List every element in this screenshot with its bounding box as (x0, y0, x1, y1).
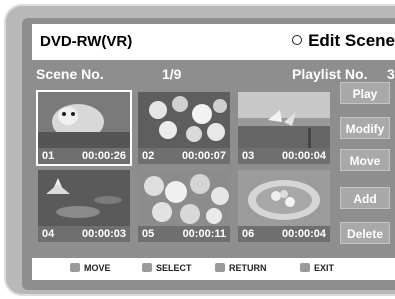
playlist-number: 3 (387, 66, 395, 82)
scene-thumbnail[interactable]: 05 00:00:11 (136, 168, 232, 244)
scene-no-label: Scene No. (36, 66, 104, 82)
return-hint: RETURN (215, 263, 267, 273)
scene-number: 01 (42, 150, 55, 162)
scene-number: 04 (42, 228, 55, 240)
key-guide-bar: MOVE SELECT RETURN EXIT (32, 258, 395, 280)
scene-caption: 01 00:00:26 (38, 148, 130, 164)
butterfly-image (238, 92, 330, 148)
mode-title: Edit Scene (292, 31, 395, 51)
exit-icon (300, 263, 310, 273)
food-bowl-image (238, 170, 330, 226)
move-hint: MOVE (70, 263, 111, 273)
scene-thumbnail[interactable]: 06 00:00:04 (236, 168, 332, 244)
updown-arrow-icon (70, 263, 80, 273)
move-hint-label: MOVE (84, 263, 111, 273)
scene-thumbnail[interactable]: 02 00:00:07 (136, 90, 232, 166)
playlist-no-label: Playlist No. (292, 66, 368, 82)
scene-time: 00:00:04 (281, 150, 326, 162)
scene-time: 00:00:03 (81, 228, 126, 240)
scene-number: 02 (142, 150, 155, 162)
scene-caption: 04 00:00:03 (38, 226, 130, 242)
exit-hint: EXIT (300, 263, 334, 273)
scene-count: 1/9 (162, 66, 182, 82)
scene-thumbnail[interactable]: 03 00:00:04 (236, 90, 332, 166)
scene-time: 00:00:26 (81, 150, 126, 162)
mode-label: Edit Scene (308, 31, 395, 50)
scene-time: 00:00:07 (181, 150, 226, 162)
scene-time: 00:00:11 (182, 228, 226, 240)
move-button[interactable]: Move (340, 149, 390, 171)
scene-time: 00:00:04 (281, 228, 326, 240)
disc-type-label: DVD-RW(VR) (40, 33, 133, 50)
circle-icon (292, 34, 303, 45)
title-bar: DVD-RW(VR) Edit Scene (32, 24, 395, 60)
select-hint: SELECT (142, 263, 192, 273)
add-button[interactable]: Add (340, 187, 390, 209)
play-button[interactable]: Play (340, 82, 390, 104)
select-hint-label: SELECT (156, 263, 192, 273)
edit-scene-screen: DVD-RW(VR) Edit Scene Scene No. 1/9 Play… (22, 18, 395, 290)
flowers-image (138, 92, 230, 148)
modify-button[interactable]: Modify (340, 117, 390, 139)
delete-button[interactable]: Delete (340, 222, 390, 244)
water-lily-image (38, 170, 130, 226)
blossoms-image (138, 170, 230, 226)
scene-thumbnail[interactable]: 01 00:00:26 (36, 90, 132, 166)
scene-caption: 05 00:00:11 (138, 226, 230, 242)
scene-number: 03 (242, 150, 255, 162)
scene-thumbnail[interactable]: 04 00:00:03 (36, 168, 132, 244)
return-icon (215, 263, 225, 273)
enter-icon (142, 263, 152, 273)
exit-hint-label: EXIT (314, 263, 335, 273)
scene-caption: 02 00:00:07 (138, 148, 230, 164)
return-hint-label: RETURN (229, 263, 267, 273)
scene-caption: 06 00:00:04 (238, 226, 330, 242)
scene-number: 06 (242, 228, 255, 240)
scene-number: 05 (142, 228, 155, 240)
scene-caption: 03 00:00:04 (238, 148, 330, 164)
kitten-image (38, 92, 130, 148)
